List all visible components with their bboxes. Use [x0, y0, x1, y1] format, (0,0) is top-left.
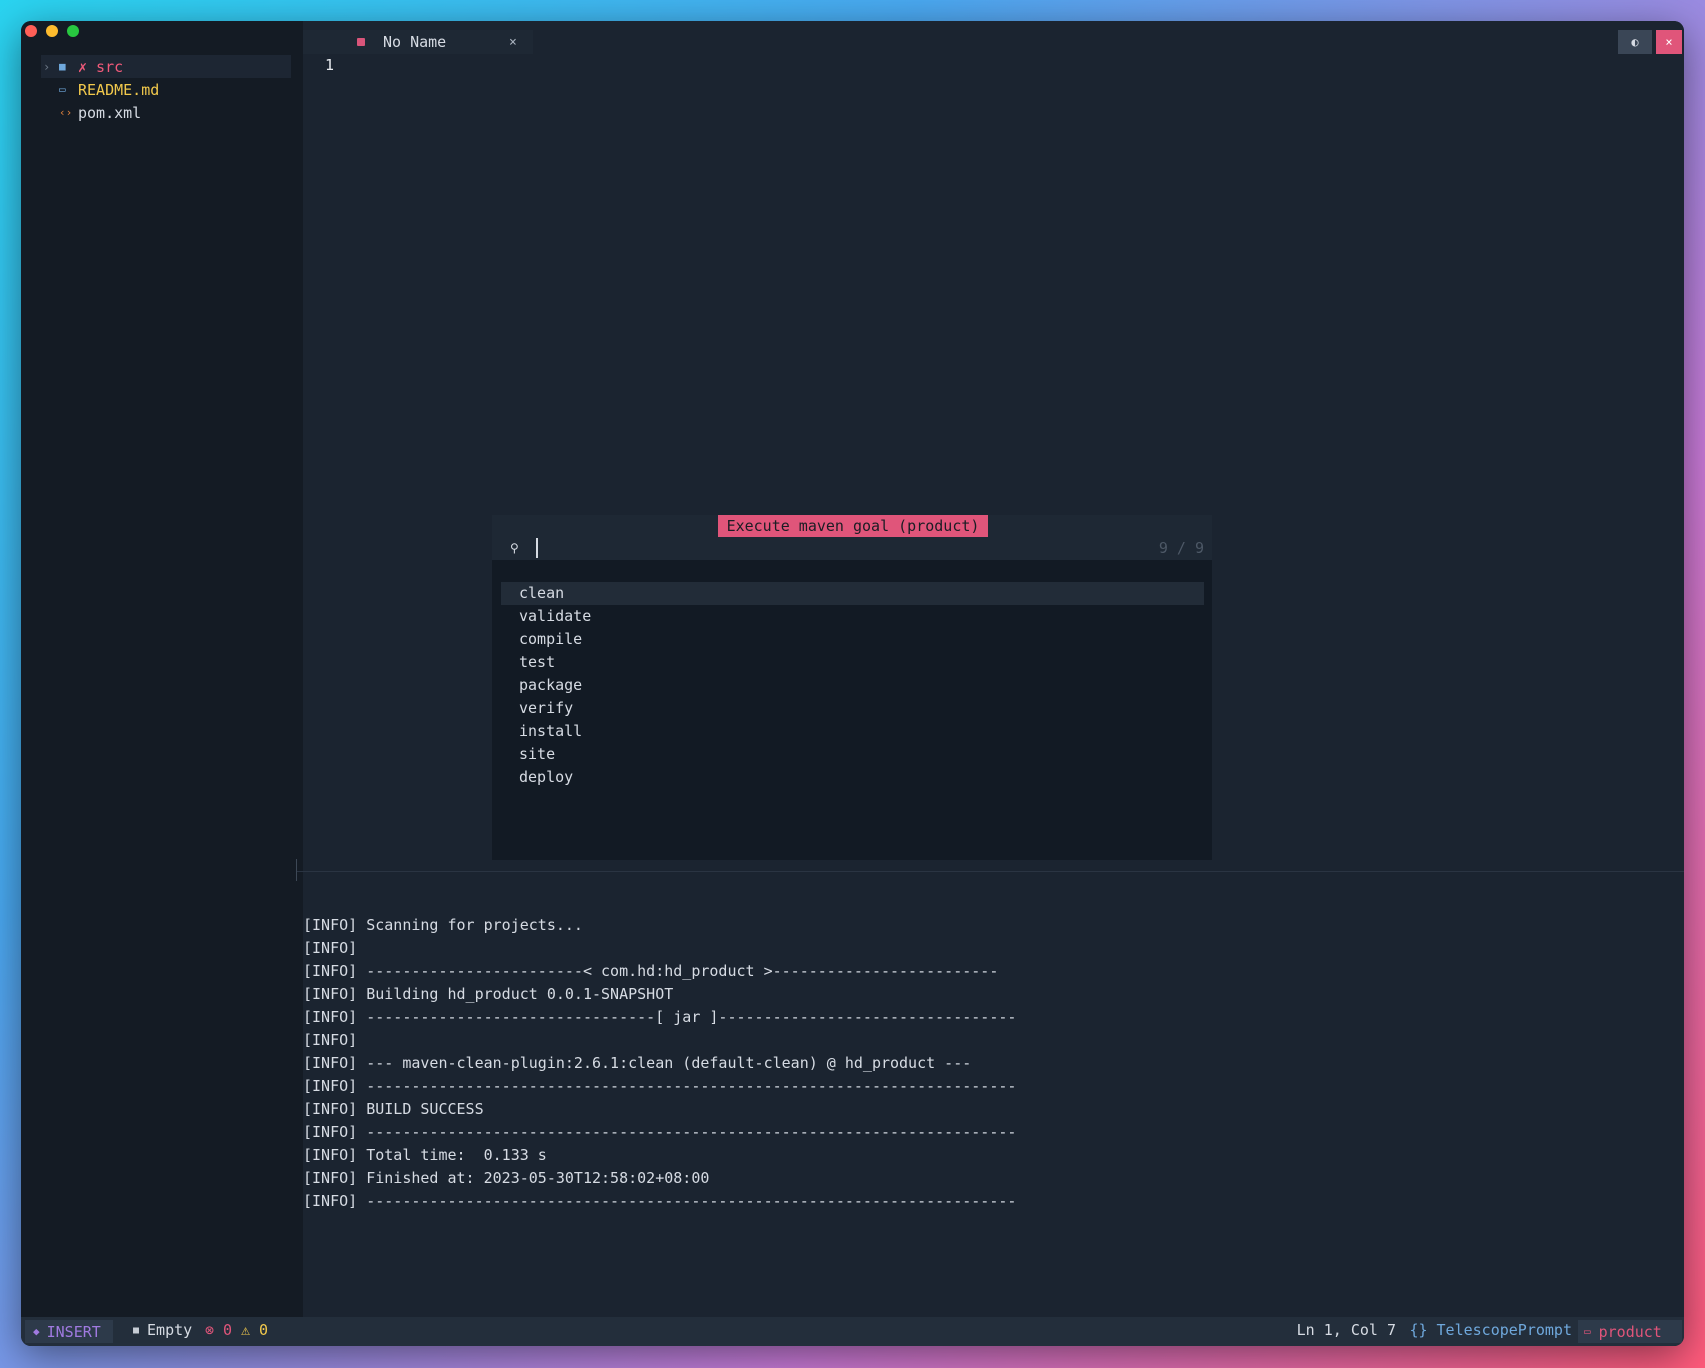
xml-icon: ‹› [59, 106, 73, 119]
file-icon: ■ [133, 1324, 140, 1336]
tab-title: No Name [383, 33, 447, 51]
markdown-icon: ▭ [59, 83, 66, 96]
tree-item-label: ✗ src [78, 57, 124, 76]
search-input[interactable] [536, 538, 538, 558]
tree-item-pom[interactable]: ‹› pom.xml [21, 101, 303, 124]
picker-item-compile[interactable]: compile [501, 628, 1204, 651]
terminal-line: [INFO] Building hd_product 0.0.1-SNAPSHO… [303, 985, 674, 1003]
terminal-line: [INFO] --------------------------------[… [303, 1008, 1017, 1026]
close-window-button[interactable] [25, 25, 37, 37]
split-divider[interactable] [297, 871, 1684, 872]
picker-item-package[interactable]: package [501, 674, 1204, 697]
terminal-line: [INFO] BUILD SUCCESS [303, 1100, 484, 1118]
error-count[interactable]: ⊗ 0 [205, 1321, 232, 1339]
picker-title: Execute maven goal (product) [718, 515, 988, 537]
terminal-line: [INFO] ---------------------------------… [303, 1077, 1017, 1095]
line-number: 1 [325, 56, 335, 74]
picker-prompt: Execute maven goal (product) ⚲ 9 / 9 [492, 515, 1212, 560]
terminal-line: [INFO] Finished at: 2023-05-30T12:58:02+… [303, 1169, 710, 1187]
tree-item-label: README.md [78, 80, 160, 99]
terminal-line: [INFO] ---------------------------------… [303, 1192, 1017, 1210]
mode-icon: ◆ [33, 1325, 40, 1338]
terminal-line: [INFO] --- maven-clean-plugin:2.6.1:clea… [303, 1054, 972, 1072]
toggle-icon[interactable]: ◐ [1618, 30, 1652, 54]
terminal-line: [INFO] ---------------------------------… [303, 1123, 1017, 1141]
branch-label: product [1598, 1322, 1662, 1341]
mode-indicator: ◆ INSERT [25, 1320, 113, 1343]
chevron-right-icon[interactable]: › [43, 60, 50, 74]
picker-results: clean validate compile test package veri… [501, 582, 1204, 789]
picker-item-test[interactable]: test [501, 651, 1204, 674]
picker-item-validate[interactable]: validate [501, 605, 1204, 628]
file-label: Empty [147, 1321, 193, 1339]
file-icon [357, 38, 365, 46]
folder-icon: ■ [59, 60, 66, 73]
picker-item-deploy[interactable]: deploy [501, 766, 1204, 789]
terminal-line: [INFO] [303, 1031, 358, 1049]
terminal-output[interactable]: [INFO] Scanning for projects... [INFO] [… [303, 914, 1016, 1213]
terminal-line: [INFO] Total time: 0.133 s [303, 1146, 547, 1164]
tree-item-label: pom.xml [78, 103, 142, 122]
close-icon[interactable]: × [1656, 30, 1682, 54]
picker-item-verify[interactable]: verify [501, 697, 1204, 720]
terminal-line: [INFO] [303, 939, 358, 957]
tree-item-readme[interactable]: ▭ README.md [21, 78, 303, 101]
result-count: 9 / 9 [1158, 539, 1204, 557]
status-bar: ◆ INSERT ■ Empty ⊗ 0 ⚠ 0 Ln 1, Col 7 {} … [21, 1317, 1684, 1346]
zoom-window-button[interactable] [67, 25, 79, 37]
warning-count[interactable]: ⚠ 0 [241, 1321, 268, 1339]
terminal-line: [INFO] Scanning for projects... [303, 916, 583, 934]
picker-item-install[interactable]: install [501, 720, 1204, 743]
file-explorer: › ■ ✗ src ▭ README.md ‹› pom.xml [21, 21, 303, 1317]
split-handle[interactable] [296, 859, 297, 881]
branch-icon: ▭ [1584, 1325, 1591, 1338]
traffic-lights [25, 25, 79, 37]
cursor-position: Ln 1, Col 7 [1296, 1321, 1396, 1339]
tree-item-src[interactable]: › ■ ✗ src [41, 55, 291, 78]
file-status: ■ Empty [133, 1321, 192, 1339]
filetype-label: {} TelescopePrompt [1409, 1321, 1572, 1339]
picker-item-site[interactable]: site [501, 743, 1204, 766]
picker-item-clean[interactable]: clean [501, 582, 1204, 605]
mode-label: INSERT [46, 1322, 101, 1341]
terminal-window: › ■ ✗ src ▭ README.md ‹› pom.xml No Name… [21, 21, 1684, 1346]
minimize-window-button[interactable] [46, 25, 58, 37]
tab-bar: No Name × [303, 30, 1684, 54]
telescope-picker: Execute maven goal (product) ⚲ 9 / 9 cle… [492, 515, 1212, 860]
tab-no-name[interactable]: No Name × [303, 30, 533, 54]
branch-indicator: ▭ product [1578, 1320, 1682, 1343]
terminal-line: [INFO] ------------------------< com.hd:… [303, 962, 999, 980]
search-icon: ⚲ [510, 541, 519, 555]
close-tab-icon[interactable]: × [509, 35, 517, 50]
